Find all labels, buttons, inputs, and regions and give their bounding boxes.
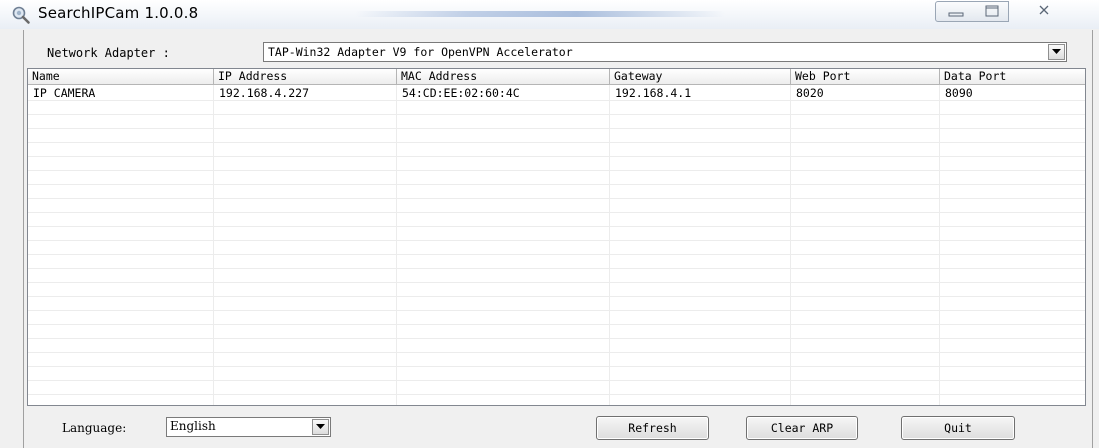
maximize-button[interactable] <box>976 1 1009 22</box>
cell-gateway: 192.168.4.1 <box>615 86 692 100</box>
grid-line <box>28 100 1085 101</box>
grid-line <box>28 324 1085 325</box>
language-value: English <box>170 419 216 433</box>
list-header: Name IP Address MAC Address Gateway Web … <box>28 69 1085 86</box>
column-header-ip-address[interactable]: IP Address <box>214 69 397 85</box>
grid-line <box>790 85 791 405</box>
grid-line <box>28 338 1085 339</box>
camera-list[interactable]: Name IP Address MAC Address Gateway Web … <box>27 68 1086 406</box>
grid-line <box>28 366 1085 367</box>
close-button[interactable] <box>1009 1 1099 20</box>
network-adapter-dropdown-button[interactable] <box>1048 44 1065 60</box>
title-bar-glow <box>355 11 725 17</box>
grid-line <box>28 212 1085 213</box>
language-label: Language: <box>62 421 127 435</box>
grid-line <box>28 282 1085 283</box>
network-adapter-label: Network Adapter : <box>47 46 170 60</box>
grid-line <box>28 296 1085 297</box>
grid-line <box>28 226 1085 227</box>
grid-line <box>28 198 1085 199</box>
grid-line <box>28 170 1085 171</box>
cell-ip-address: 192.168.4.227 <box>219 86 310 100</box>
window-title: SearchIPCam 1.0.0.8 <box>38 4 199 22</box>
cell-data-port: 8090 <box>945 86 973 100</box>
cell-name: IP CAMERA <box>33 86 96 100</box>
column-header-name[interactable]: Name <box>28 69 214 85</box>
language-dropdown-button[interactable] <box>312 419 329 435</box>
grid-line <box>609 85 610 405</box>
grid-line <box>28 240 1085 241</box>
grid-line <box>28 254 1085 255</box>
refresh-button[interactable]: Refresh <box>596 416 709 440</box>
grid-line <box>28 352 1085 353</box>
column-header-data-port[interactable]: Data Port <box>940 69 1085 85</box>
minimize-button[interactable] <box>935 1 977 22</box>
cell-web-port: 8020 <box>796 86 824 100</box>
quit-button[interactable]: Quit <box>901 416 1015 440</box>
column-header-web-port[interactable]: Web Port <box>791 69 940 85</box>
column-header-gateway[interactable]: Gateway <box>610 69 791 85</box>
grid-line <box>396 85 397 405</box>
title-bar: SearchIPCam 1.0.0.8 <box>0 0 1099 29</box>
grid-line <box>28 156 1085 157</box>
network-adapter-select[interactable]: TAP-Win32 Adapter V9 for OpenVPN Acceler… <box>263 42 1067 62</box>
grid-line <box>28 184 1085 185</box>
grid-line <box>28 128 1085 129</box>
grid-line <box>28 380 1085 381</box>
magnifier-camera-icon <box>11 5 31 25</box>
app-window: SearchIPCam 1.0.0.8 Network Adapter: TA… <box>0 0 1099 448</box>
clear-arp-button[interactable]: Clear ARP <box>746 416 858 440</box>
grid-line <box>28 310 1085 311</box>
grid-line <box>28 268 1085 269</box>
grid-line <box>28 114 1085 115</box>
language-select[interactable]: English <box>166 417 331 437</box>
column-header-mac-address[interactable]: MAC Address <box>397 69 610 85</box>
table-row[interactable]: IP CAMERA 192.168.4.227 54:CD:EE:02:60:4… <box>28 86 1085 100</box>
grid-line <box>213 85 214 405</box>
grid-line <box>939 85 940 405</box>
cell-mac-address: 54:CD:EE:02:60:4C <box>402 86 520 100</box>
grid-line <box>28 394 1085 395</box>
grid-line <box>28 142 1085 143</box>
network-adapter-value: TAP-Win32 Adapter V9 for OpenVPN Acceler… <box>268 45 573 59</box>
